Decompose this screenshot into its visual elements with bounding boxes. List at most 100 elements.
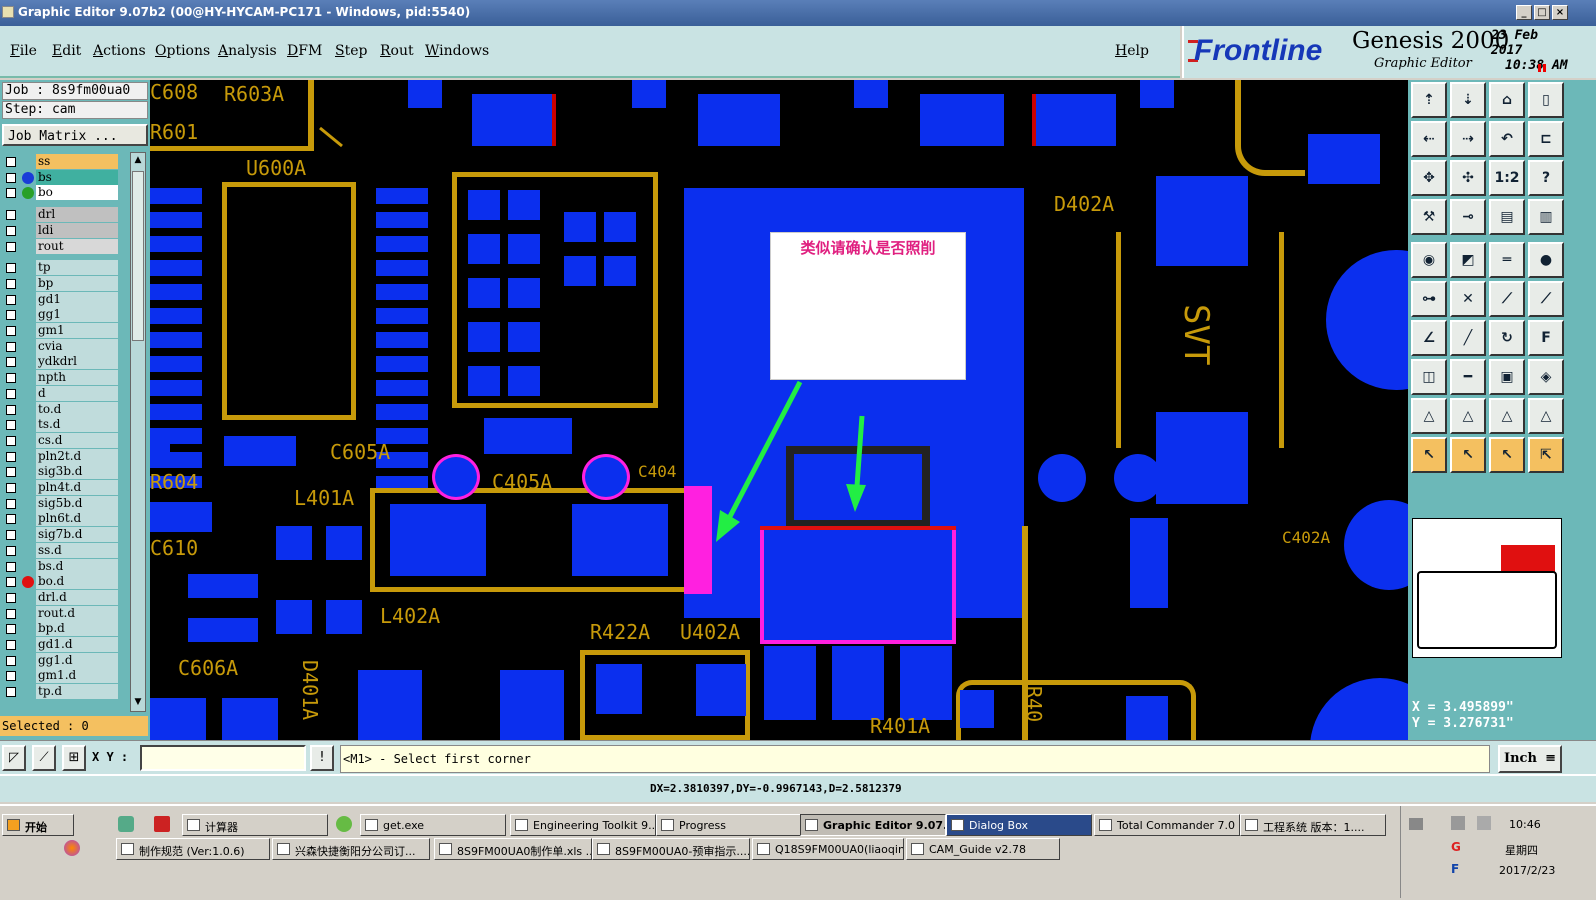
layer-checkbox[interactable] [6, 278, 16, 289]
snap-icon[interactable]: ◸ [2, 745, 26, 771]
layer-checkbox[interactable] [6, 373, 16, 384]
layer-up-icon[interactable]: ⇡ [1411, 82, 1447, 118]
layer-checkbox[interactable] [6, 483, 16, 493]
layer-checkbox[interactable] [6, 640, 16, 650]
maximize-button[interactable]: □ [1534, 5, 1550, 20]
app-tray-icon[interactable]: G [1451, 840, 1465, 854]
menu-dfm[interactable]: DFM [287, 43, 322, 59]
layer-row-d[interactable]: d [2, 385, 122, 401]
dash-icon[interactable]: ━ [1450, 359, 1486, 395]
layer-checkbox[interactable] [6, 467, 16, 478]
layer-checkbox[interactable] [6, 624, 16, 635]
layer-row-sig7b-d[interactable]: sig7b.d [2, 527, 122, 543]
layer-row-bp-d[interactable]: bp.d [2, 621, 122, 637]
layer-checkbox[interactable] [6, 404, 16, 415]
layer-checkbox[interactable] [6, 671, 16, 682]
zoom-ratio-icon[interactable]: 1:2 [1489, 160, 1525, 196]
layer-checkbox[interactable] [6, 326, 16, 336]
measure-icon[interactable]: ⟋ [32, 745, 56, 771]
layer-row-npth[interactable]: npth [2, 370, 122, 386]
layer-scrollbar[interactable]: ▲ ▼ [130, 152, 146, 712]
taskbar-item[interactable]: 工程系统 版本：1.... [1240, 814, 1386, 836]
move-icon[interactable]: ✣ [1450, 160, 1486, 196]
warn-c-icon[interactable]: △ [1489, 398, 1525, 434]
layer-checkbox[interactable] [6, 241, 16, 252]
menu-analysis[interactable]: Analysis [218, 43, 277, 59]
network-icon[interactable]: ⊶ [1411, 281, 1447, 317]
layer-checkbox[interactable] [6, 687, 16, 698]
overview-map[interactable] [1412, 518, 1562, 658]
menu-edit[interactable]: Edit [52, 43, 81, 59]
layer-row-bs[interactable]: bs [2, 169, 122, 185]
rule-a-icon[interactable]: ▤ [1489, 199, 1525, 235]
layer-row-cvia[interactable]: cvia [2, 338, 122, 354]
warn-a-icon[interactable]: △ [1411, 398, 1447, 434]
layer-checkbox[interactable] [6, 263, 16, 274]
unit-selector[interactable]: Inch ≡ [1498, 745, 1562, 773]
layer-checkbox[interactable] [6, 498, 16, 509]
menu-actions[interactable]: Actions [93, 43, 146, 59]
menu-step[interactable]: Step [335, 43, 367, 59]
layer-row-drl-d[interactable]: drl.d [2, 589, 122, 605]
menu-rout[interactable]: Rout [380, 43, 414, 59]
layer-checkbox[interactable] [6, 310, 16, 321]
scroll-down-icon[interactable]: ▼ [132, 697, 144, 709]
pin-icon[interactable]: ⊸ [1450, 199, 1486, 235]
taskbar-item[interactable]: get.exe [360, 814, 506, 836]
layer-row-sig5b-d[interactable]: sig5b.d [2, 495, 122, 511]
cross-icon[interactable]: ✕ [1450, 281, 1486, 317]
scroll-up-icon[interactable]: ▲ [132, 155, 144, 167]
layer-row-drl[interactable]: drl [2, 207, 122, 223]
layer-row-gg1[interactable]: gg1 [2, 307, 122, 323]
taskbar-item[interactable]: Engineering Toolkit 9.... [510, 814, 656, 836]
layer-row-sig3b-d[interactable]: sig3b.d [2, 464, 122, 480]
xy-input[interactable] [140, 745, 306, 771]
taskbar-item[interactable]: Total Commander 7.0 ... [1094, 814, 1240, 836]
home-icon[interactable]: ⌂ [1489, 82, 1525, 118]
layer-checkbox[interactable] [6, 388, 16, 399]
layer-checkbox[interactable] [6, 608, 16, 619]
menu-options[interactable]: Options [155, 43, 210, 59]
pick-icon[interactable]: ↖ [1489, 437, 1525, 473]
layer-checkbox[interactable] [6, 435, 16, 446]
taskbar-item[interactable]: 8S9FM00UA0制作单.xls ... [434, 838, 592, 860]
taskbar-item[interactable]: 8S9FM00UA0-预审指示.... [592, 838, 750, 860]
layer-row-pln4t-d[interactable]: pln4t.d [2, 480, 122, 495]
warn-b-icon[interactable]: △ [1450, 398, 1486, 434]
layer-checkbox[interactable] [6, 577, 16, 588]
resize-icon[interactable]: ⊏ [1528, 121, 1564, 157]
grid-icon[interactable]: ⊞ [62, 745, 86, 771]
layer-row-bo[interactable]: bo [2, 185, 122, 201]
menu-file[interactable]: File [10, 43, 37, 59]
layer-row-gm1-d[interactable]: gm1.d [2, 668, 122, 684]
select-icon[interactable]: ↖ [1450, 437, 1486, 473]
shapes-icon[interactable]: ◈ [1528, 359, 1564, 395]
volume-icon[interactable] [1477, 816, 1491, 830]
taskbar-item[interactable]: 制作规范 (Ver:1.0.6) [116, 838, 270, 860]
layer-checkbox[interactable] [6, 451, 16, 462]
draw-icon[interactable]: ◩ [1450, 242, 1486, 278]
warn-d-icon[interactable]: △ [1528, 398, 1564, 434]
circle-icon[interactable]: ● [1528, 242, 1564, 278]
ruler-icon[interactable]: ═ [1489, 242, 1525, 278]
layer-row-to-d[interactable]: to.d [2, 401, 122, 417]
camera-icon[interactable]: ◉ [1411, 242, 1447, 278]
start-button[interactable]: 开始 [2, 814, 74, 836]
layer-checkbox[interactable] [6, 514, 16, 525]
layer-row-gg1-d[interactable]: gg1.d [2, 652, 122, 668]
job-matrix-button[interactable]: Job Matrix ... [2, 124, 148, 146]
layer-row-ldi[interactable]: ldi [2, 222, 122, 238]
back-icon[interactable]: ⇠ [1411, 121, 1447, 157]
pause-icon[interactable] [1538, 64, 1546, 72]
layer-row-ss-d[interactable]: ss.d [2, 542, 122, 558]
graphic-canvas[interactable]: C608 R603A R601 U600A D402A C605A R604 L… [150, 80, 1408, 740]
minimize-button[interactable]: _ [1516, 5, 1532, 20]
layer-checkbox[interactable] [6, 655, 16, 666]
taskbar-item[interactable]: Dialog Box [946, 814, 1092, 836]
taskbar-item[interactable]: Q18S9FM00UA0(liaoqing.... [752, 838, 904, 860]
layer-row-bp[interactable]: bp [2, 275, 122, 291]
square-icon[interactable]: ◫ [1411, 359, 1447, 395]
layer-checkbox[interactable] [6, 341, 16, 352]
layer-row-cs-d[interactable]: cs.d [2, 432, 122, 448]
angle-icon[interactable]: ∠ [1411, 320, 1447, 356]
